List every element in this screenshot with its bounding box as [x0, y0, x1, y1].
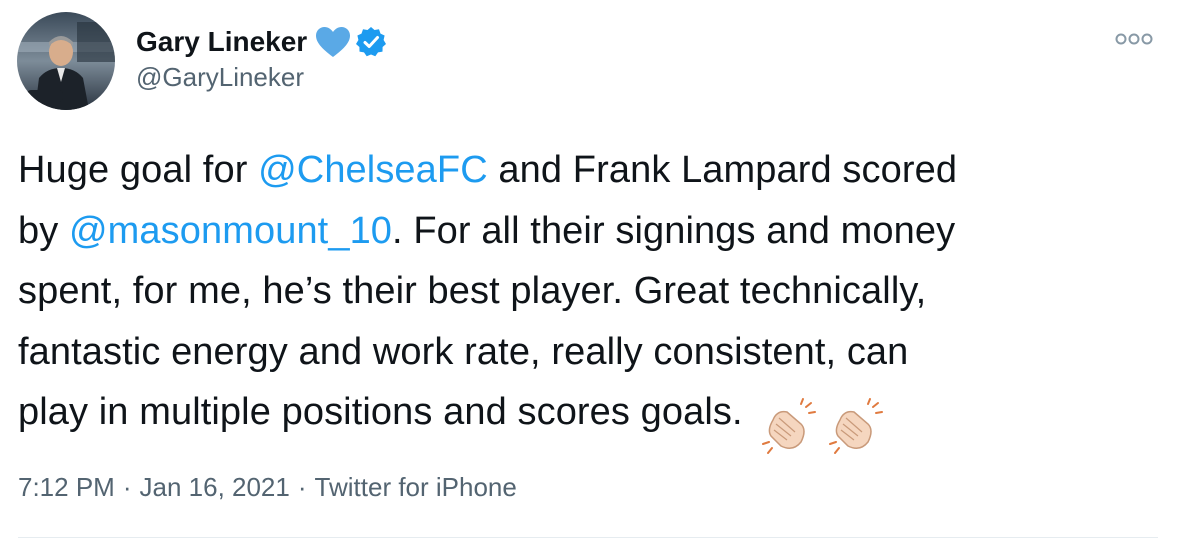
tweet-line: spent, for me, he’s their best player. G…: [18, 261, 1148, 322]
tweet-text-segment: play in multiple positions and scores go…: [18, 391, 754, 433]
tweet-text-segment: by: [18, 209, 69, 252]
mention-link-masonmount[interactable]: @masonmount_10: [69, 210, 392, 252]
verified-badge-icon: [355, 26, 387, 58]
tweet-meta: 7:12 PM · Jan 16, 2021 · Twitter for iPhone: [18, 472, 517, 503]
tweet-time[interactable]: 7:12 PM: [18, 472, 115, 502]
more-dots-icon: [1115, 33, 1153, 45]
tweet-text-segment: Huge goal for: [18, 149, 259, 191]
tweet-text-segment: fantastic energy and work rate, really c…: [18, 330, 909, 373]
tweet-text-segment: . For all their signings and money: [392, 209, 956, 252]
tweet-line: fantastic energy and work rate, really c…: [18, 322, 1148, 383]
mention-link-chelseafc[interactable]: @ChelseaFC: [258, 149, 488, 191]
avatar[interactable]: [17, 12, 115, 110]
clapping-hands-icon: [762, 397, 817, 454]
tweet-date[interactable]: Jan 16, 2021: [140, 472, 290, 502]
clapping-hands-icon: [829, 397, 884, 454]
display-name[interactable]: Gary Lineker: [136, 26, 307, 58]
tweet-line: by @masonmount_10. For all their signing…: [18, 201, 1148, 262]
display-name-row: Gary Lineker: [136, 22, 387, 62]
avatar-image: [17, 12, 115, 110]
tweet-text-segment: and Frank Lampard scored: [487, 149, 958, 191]
meta-separator: ·: [122, 472, 132, 502]
tweet-source[interactable]: Twitter for iPhone: [315, 472, 517, 502]
emoji-group: [761, 394, 884, 455]
divider: [18, 537, 1158, 538]
blue-heart-icon: [315, 26, 351, 58]
tweet-text-segment: spent, for me, he’s their best player. G…: [18, 270, 927, 312]
tweet-text: Huge goal for @ChelseaFC and Frank Lampa…: [18, 140, 1148, 455]
tweet-card: Gary Lineker @GaryLineker Huge goal for …: [0, 0, 1182, 550]
tweet-line: play in multiple positions and scores go…: [18, 382, 1148, 455]
meta-separator: ·: [297, 472, 307, 502]
more-options-button[interactable]: [1112, 22, 1156, 56]
user-handle[interactable]: @GaryLineker: [136, 62, 304, 93]
tweet-line: Huge goal for @ChelseaFC and Frank Lampa…: [18, 140, 1148, 201]
